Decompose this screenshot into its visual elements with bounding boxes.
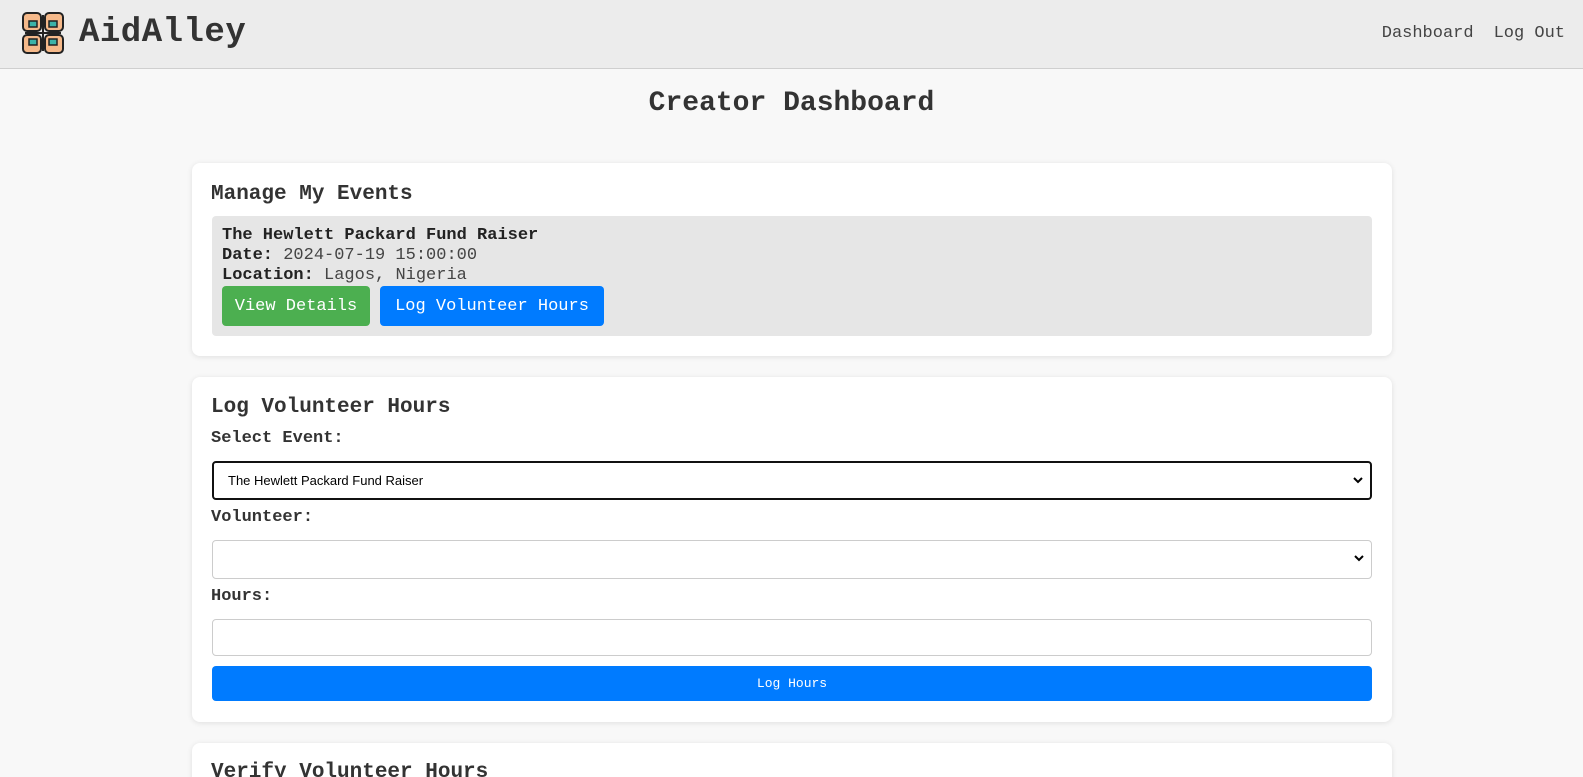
event-item: The Hewlett Packard Fund Raiser Date: 20…: [212, 216, 1372, 336]
log-volunteer-hours-button[interactable]: Log Volunteer Hours: [380, 286, 604, 326]
brand-name[interactable]: AidAlley: [79, 14, 246, 52]
chevron-down-icon: [1354, 555, 1364, 562]
verify-hours-card: Verify Volunteer Hours: [192, 743, 1392, 777]
nav-links: Dashboard Log Out: [1382, 24, 1565, 43]
top-navbar: AidAlley Dashboard Log Out: [0, 0, 1583, 69]
log-hours-card: Log Volunteer Hours Select Event: The He…: [192, 377, 1392, 722]
event-location-label: Location:: [222, 266, 314, 285]
log-hours-title: Log Volunteer Hours: [211, 396, 451, 419]
select-event-label: Select Event:: [211, 429, 344, 448]
nav-logout-link[interactable]: Log Out: [1494, 24, 1565, 43]
nav-dashboard-link[interactable]: Dashboard: [1382, 24, 1474, 43]
event-select[interactable]: The Hewlett Packard Fund Raiser: [212, 461, 1372, 500]
event-name: The Hewlett Packard Fund Raiser: [222, 226, 539, 245]
manage-events-card: Manage My Events The Hewlett Packard Fun…: [192, 163, 1392, 356]
event-date: Date: 2024-07-19 15:00:00: [222, 246, 477, 265]
log-hours-button[interactable]: Log Hours: [212, 666, 1372, 701]
verify-hours-title: Verify Volunteer Hours: [211, 761, 489, 777]
volunteer-label: Volunteer:: [211, 508, 314, 527]
view-details-button[interactable]: View Details: [222, 286, 370, 326]
event-date-label: Date:: [222, 246, 274, 265]
chevron-down-icon: [1353, 477, 1363, 484]
page-title: Creator Dashboard: [648, 88, 935, 119]
hours-input[interactable]: [212, 619, 1372, 656]
event-date-value: 2024-07-19 15:00:00: [283, 246, 478, 265]
hands-circle-logo-icon[interactable]: [19, 9, 67, 57]
event-location: Location: Lagos, Nigeria: [222, 266, 467, 285]
hours-label: Hours:: [211, 587, 273, 606]
manage-events-title: Manage My Events: [211, 183, 413, 206]
volunteer-select[interactable]: [212, 540, 1372, 579]
event-select-value: The Hewlett Packard Fund Raiser: [228, 473, 424, 488]
event-location-value: Lagos, Nigeria: [324, 266, 467, 285]
